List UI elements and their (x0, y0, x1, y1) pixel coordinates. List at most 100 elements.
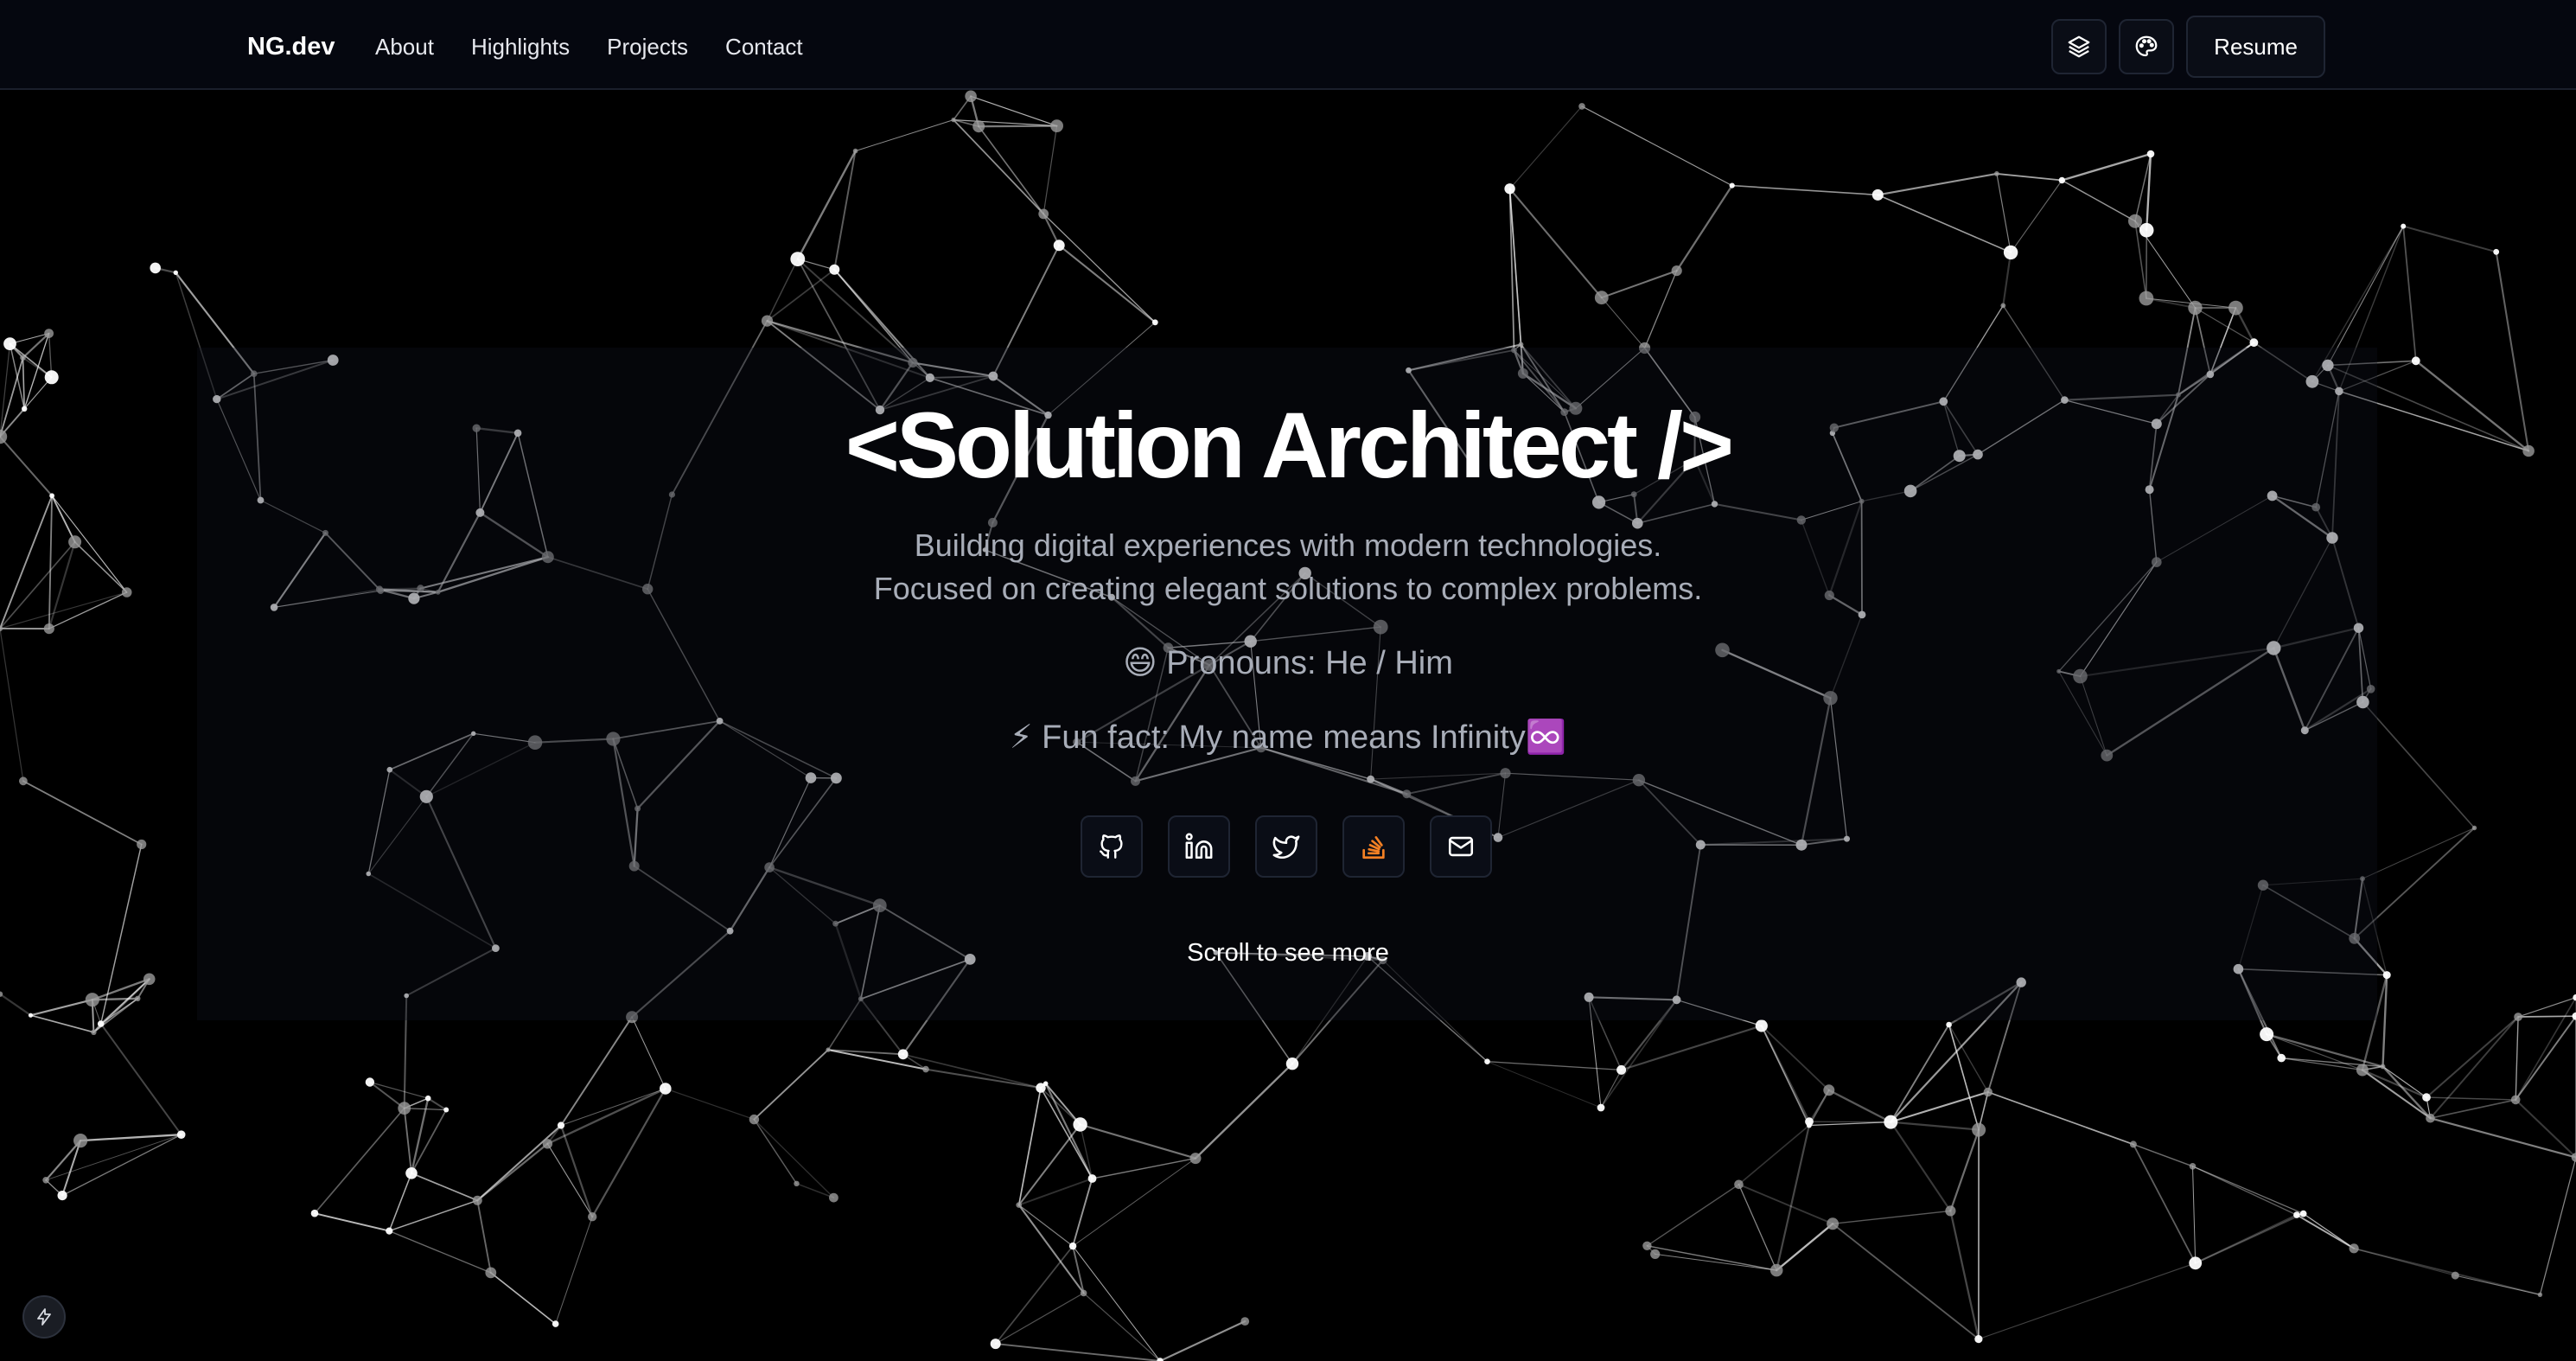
network-node (405, 1167, 418, 1179)
network-node (73, 1134, 88, 1148)
hero-subtitle-line-2: Focused on creating elegant solutions to… (873, 571, 1703, 606)
network-node (1189, 1153, 1202, 1165)
nav-link-about[interactable]: About (375, 29, 434, 64)
mail-icon (1448, 836, 1474, 857)
network-node (85, 993, 99, 1007)
nav-link-projects[interactable]: Projects (607, 29, 688, 64)
network-node (2471, 825, 2477, 831)
network-node (826, 1047, 831, 1052)
network-node (2146, 150, 2155, 158)
nav-links: About Highlights Projects Contact (375, 29, 840, 64)
network-link (2429, 1117, 2576, 1159)
network-link (1827, 1089, 1892, 1123)
network-link (1508, 188, 1603, 299)
twitter-link[interactable] (1255, 815, 1317, 878)
network-link (994, 1245, 1074, 1345)
network-link (753, 1118, 798, 1185)
network-link (2402, 225, 2417, 362)
network-link (29, 999, 93, 1017)
layers-button[interactable] (2051, 19, 2107, 74)
network-node (1972, 1122, 1986, 1137)
network-node (1823, 1084, 1835, 1096)
network-node (1945, 1205, 1956, 1217)
network-link (1194, 1063, 1294, 1160)
network-node (2128, 214, 2142, 228)
network-node (1151, 319, 1158, 326)
network-node (2260, 1027, 2274, 1042)
bolt-button[interactable] (22, 1295, 66, 1339)
network-node (19, 776, 28, 786)
nav-actions: Resume (2039, 16, 2325, 78)
network-node (1068, 1242, 1077, 1250)
network-link (1509, 105, 1583, 189)
network-link (1948, 1024, 1989, 1093)
network-node (1884, 1115, 1898, 1129)
nav-link-highlights[interactable]: Highlights (471, 29, 570, 64)
theme-palette-button[interactable] (2119, 19, 2175, 74)
network-link (314, 1107, 405, 1215)
network-link (476, 1199, 492, 1274)
network-node (660, 1083, 672, 1095)
network-link (1082, 1292, 1161, 1361)
network-link (2061, 152, 2152, 182)
network-node (1053, 240, 1065, 252)
email-link[interactable] (1430, 815, 1492, 878)
stackoverflow-link[interactable] (1342, 815, 1405, 878)
network-link (2191, 1166, 2197, 1264)
github-link[interactable] (1081, 815, 1143, 878)
network-node (2510, 1095, 2521, 1105)
network-link (2266, 1033, 2363, 1071)
network-link (795, 1183, 835, 1198)
network-node (1671, 265, 1682, 277)
network-node (1080, 1289, 1087, 1297)
network-link (2517, 1015, 2576, 1018)
resume-button[interactable]: Resume (2186, 16, 2325, 78)
network-node (2356, 1064, 2369, 1077)
network-node (1806, 1122, 1812, 1128)
network-link (388, 1199, 479, 1232)
network-link (2191, 1166, 2305, 1215)
network-node (557, 1121, 565, 1129)
network-node (2228, 300, 2243, 316)
network-node (1974, 1335, 1983, 1344)
network-node (443, 1107, 450, 1113)
network-node (1578, 103, 1585, 110)
network-link (2515, 1015, 2576, 1101)
network-node (2537, 1292, 2543, 1298)
network-link (1072, 1158, 1196, 1247)
network-link (753, 1049, 830, 1121)
network-node (1504, 183, 1515, 195)
network-node (2349, 1243, 2359, 1254)
network-link (1949, 1128, 1980, 1212)
network-link (978, 125, 1045, 215)
network-link (2327, 226, 2404, 367)
network-link (2353, 1247, 2541, 1296)
network-link (1486, 1061, 1623, 1071)
network-link (2362, 827, 2476, 879)
brand-logo[interactable]: NG.dev (247, 29, 335, 64)
network-node (310, 1209, 319, 1217)
network-link (1890, 1121, 1952, 1212)
network-link (2191, 1166, 2298, 1216)
network-link (1072, 1245, 1161, 1361)
network-node (3, 337, 16, 350)
network-node (1827, 1217, 1840, 1230)
network-link (2515, 1016, 2519, 1101)
linkedin-link[interactable] (1168, 815, 1230, 878)
network-link (22, 780, 143, 846)
layers-icon (2068, 35, 2090, 58)
network-link (2515, 996, 2576, 1101)
network-link (1761, 1025, 1810, 1127)
hero-subtitle-line-1: Building digital experiences with modern… (914, 527, 1662, 563)
network-node (42, 1177, 49, 1184)
nav-link-contact[interactable]: Contact (725, 29, 803, 64)
network-link (995, 1292, 1085, 1345)
network-link (476, 1142, 549, 1202)
network-link (2539, 1156, 2576, 1295)
network-link (1978, 1262, 2197, 1340)
network-node (990, 1339, 1001, 1350)
network-node (1729, 182, 1735, 188)
network-node (472, 1195, 482, 1205)
network-link (766, 268, 836, 322)
network-link (546, 1143, 593, 1217)
